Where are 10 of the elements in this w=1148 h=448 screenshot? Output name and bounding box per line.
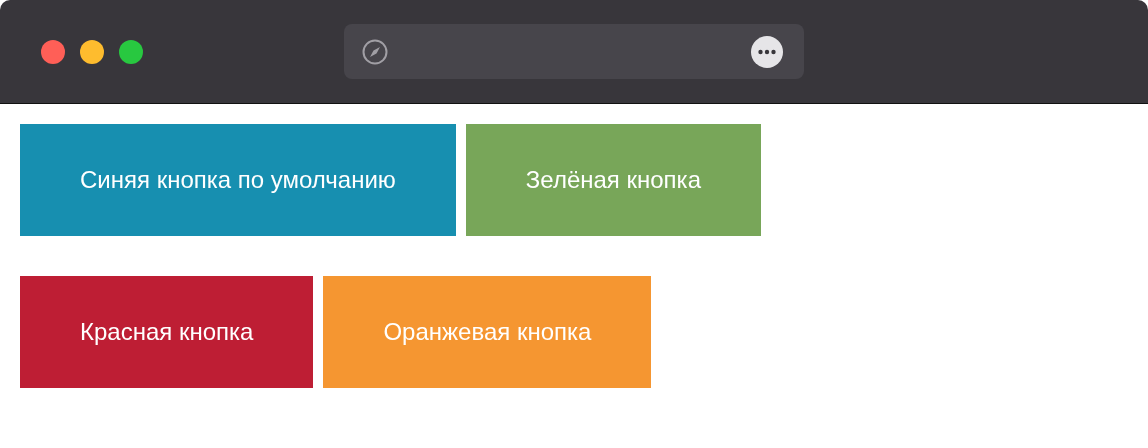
zoom-button[interactable] bbox=[119, 39, 143, 64]
colored-button[interactable]: Красная кнопка bbox=[20, 276, 314, 388]
address-bar[interactable] bbox=[344, 24, 804, 79]
colored-button[interactable]: Синяя кнопка по умолчанию bbox=[20, 124, 456, 236]
minimize-button[interactable] bbox=[80, 39, 104, 64]
colored-button[interactable]: Зелёная кнопка bbox=[465, 124, 761, 236]
close-button[interactable] bbox=[41, 39, 65, 64]
more-icon[interactable] bbox=[751, 35, 783, 68]
compass-icon bbox=[361, 37, 389, 66]
colored-button[interactable]: Оранжевая кнопка bbox=[323, 276, 652, 388]
